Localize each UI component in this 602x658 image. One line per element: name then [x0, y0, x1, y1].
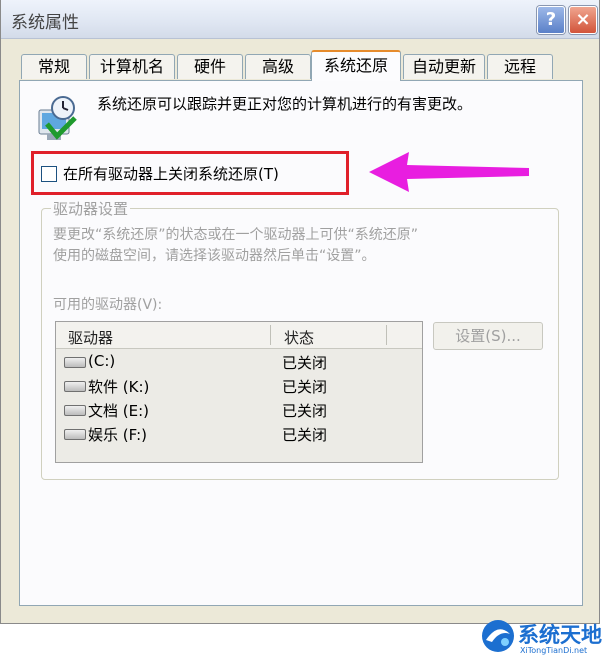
tab-hardware[interactable]: 硬件	[177, 54, 243, 79]
hard-drive-icon	[64, 357, 86, 368]
tab-general[interactable]: 常规	[21, 54, 87, 79]
intro-text: 系统还原可以跟踪并更正对您的计算机进行的有害更改。	[97, 95, 473, 113]
system-restore-icon	[38, 96, 77, 140]
drive-settings-description-2: 使用的磁盘空间，请选择该驱动器然后单击“设置”。	[53, 248, 376, 264]
drive-settings-description-1: 要更改“系统还原”的状态或在一个驱动器上可供“系统还原”	[53, 227, 419, 243]
system-properties-window: 系统属性 ? × 常规 计算机名 硬件 高级 系统还原 自动更新 远程 系统还原…	[0, 0, 600, 624]
drives-list[interactable]: 驱动器 状态 (C:) 已关闭 软件 (K:) 已关闭 文档 (E:) 已关闭 …	[55, 321, 423, 463]
tab-system-restore[interactable]: 系统还原	[311, 50, 401, 81]
hard-drive-icon	[64, 405, 86, 416]
list-header: 驱动器 状态	[56, 322, 422, 349]
tab-computer-name[interactable]: 计算机名	[89, 54, 175, 79]
drive-name: 文档 (E:)	[88, 402, 150, 420]
watermark-url: XiTongTianDi.net	[520, 646, 588, 655]
window-title: 系统属性	[11, 13, 79, 33]
hard-drive-icon	[64, 381, 86, 392]
drive-status: 已关闭	[282, 378, 328, 396]
close-button[interactable]: ×	[569, 6, 597, 34]
annotation-arrow-icon	[369, 152, 529, 192]
column-divider[interactable]	[386, 325, 387, 345]
drive-settings-title: 驱动器设置	[51, 198, 131, 219]
tab-automatic-updates[interactable]: 自动更新	[403, 54, 485, 79]
available-drives-label: 可用的驱动器(V):	[53, 297, 163, 313]
drive-row[interactable]: 娱乐 (F:) 已关闭	[56, 422, 422, 446]
drive-status: 已关闭	[282, 354, 328, 372]
watermark-name: 系统天地	[518, 623, 602, 647]
title-bar[interactable]: 系统属性 ? ×	[1, 0, 599, 39]
drive-name: 娱乐 (F:)	[88, 426, 147, 444]
drive-name: (C:)	[88, 352, 116, 370]
drive-status: 已关闭	[282, 426, 328, 444]
disable-system-restore-label[interactable]: 在所有驱动器上关闭系统还原(T)	[63, 163, 279, 184]
column-divider[interactable]	[270, 325, 271, 345]
hard-drive-icon	[64, 429, 86, 440]
column-header-status[interactable]: 状态	[284, 327, 314, 348]
drive-status: 已关闭	[282, 402, 328, 420]
disable-system-restore-checkbox[interactable]	[41, 166, 57, 182]
drive-row[interactable]: 文档 (E:) 已关闭	[56, 398, 422, 422]
drive-row[interactable]: (C:) 已关闭	[56, 350, 422, 374]
tab-remote[interactable]: 远程	[487, 54, 553, 79]
drive-name: 软件 (K:)	[88, 378, 150, 396]
column-header-drive[interactable]: 驱动器	[68, 327, 113, 348]
settings-button[interactable]: 设置(S)...	[433, 322, 543, 350]
watermark-logo-icon	[482, 620, 514, 652]
help-button[interactable]: ?	[537, 6, 565, 34]
tab-advanced[interactable]: 高级	[245, 54, 311, 79]
drive-row[interactable]: 软件 (K:) 已关闭	[56, 374, 422, 398]
